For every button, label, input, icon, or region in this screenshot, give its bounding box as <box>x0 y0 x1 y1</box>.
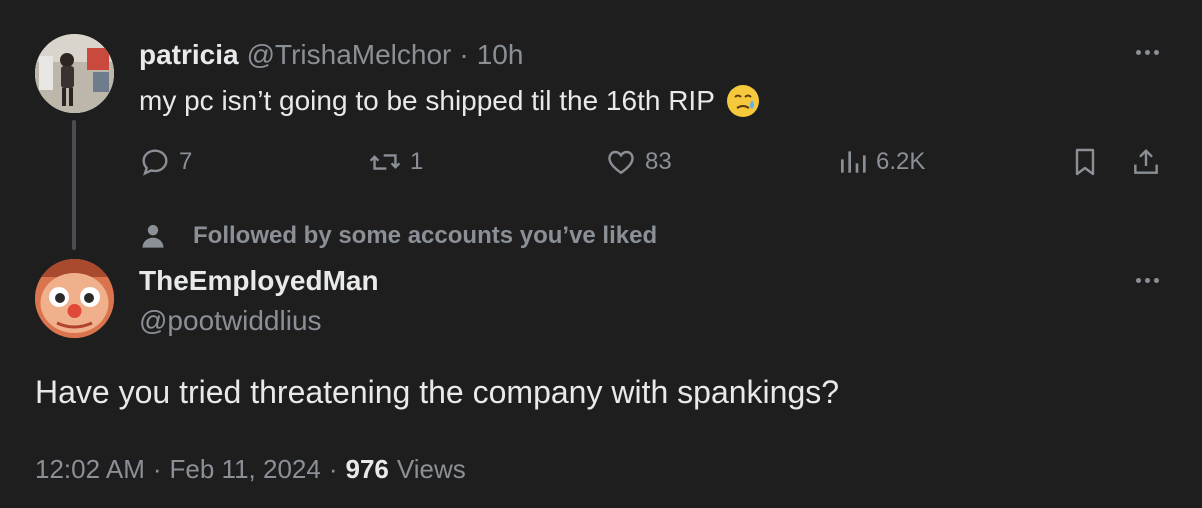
separator: · <box>328 453 338 484</box>
share-button[interactable] <box>1130 142 1162 182</box>
bar-chart-icon <box>841 151 866 173</box>
avatar-photo <box>35 34 114 113</box>
bookmark-button[interactable] <box>1070 142 1100 182</box>
separator: · <box>152 453 162 484</box>
separator: · <box>459 39 469 70</box>
reply-count: 7 <box>179 148 193 175</box>
views-count: 6.2K <box>876 148 926 175</box>
tweet-actions-bar: 7 1 83 6.2K <box>0 142 1202 182</box>
social-context-text: Followed by some accounts you’ve liked <box>193 222 658 249</box>
display-name[interactable]: TheEmployedMan <box>139 264 379 298</box>
retweet-button[interactable]: 1 <box>368 142 423 182</box>
tweet-text: my pc isn’t going to be shipped til the … <box>139 85 715 116</box>
person-icon <box>142 224 164 248</box>
tweet-metadata: 12:02 AM · Feb 11, 2024 · 976 Views <box>35 452 466 486</box>
user-handle[interactable]: @TrishaMelchor <box>247 39 452 71</box>
share-icon <box>1134 148 1158 174</box>
heart-icon <box>608 150 634 175</box>
like-button[interactable]: 83 <box>605 142 672 182</box>
bookmark-icon <box>1075 148 1095 176</box>
user-handle[interactable]: @pootwiddlius <box>139 304 322 338</box>
retweet-count: 1 <box>410 148 424 175</box>
views-button[interactable]: 6.2K <box>838 142 925 182</box>
timestamp[interactable]: 10h <box>477 39 524 71</box>
parent-tweet-text: my pc isn’t going to be shipped til the … <box>139 82 761 120</box>
tweet-date[interactable]: Feb 11, 2024 <box>170 454 321 485</box>
more-options-button[interactable] <box>1127 270 1167 290</box>
social-context: Followed by some accounts you’ve liked <box>139 220 657 252</box>
face-holding-back-tears-emoji-icon <box>725 83 761 119</box>
views-label: Views <box>396 453 466 484</box>
tweet-time[interactable]: 12:02 AM <box>35 454 145 485</box>
reply-tweet-text: Have you tried threatening the company w… <box>35 374 840 410</box>
tweet-detail-view: patricia @TrishaMelchor · 10h my pc isn’… <box>0 0 1202 508</box>
display-name[interactable]: patricia <box>139 39 239 71</box>
avatar-photo <box>35 259 114 338</box>
more-options-button[interactable] <box>1127 42 1167 62</box>
parent-tweet-header: patricia @TrishaMelchor · 10h <box>139 38 523 72</box>
reply-icon <box>142 149 168 176</box>
retweet-icon <box>369 154 401 170</box>
reply-button[interactable]: 7 <box>139 142 192 182</box>
like-count: 83 <box>645 148 672 175</box>
views-count: 976 <box>345 453 389 484</box>
avatar[interactable] <box>35 259 114 338</box>
thread-connector-line <box>72 120 76 250</box>
avatar[interactable] <box>35 34 114 113</box>
